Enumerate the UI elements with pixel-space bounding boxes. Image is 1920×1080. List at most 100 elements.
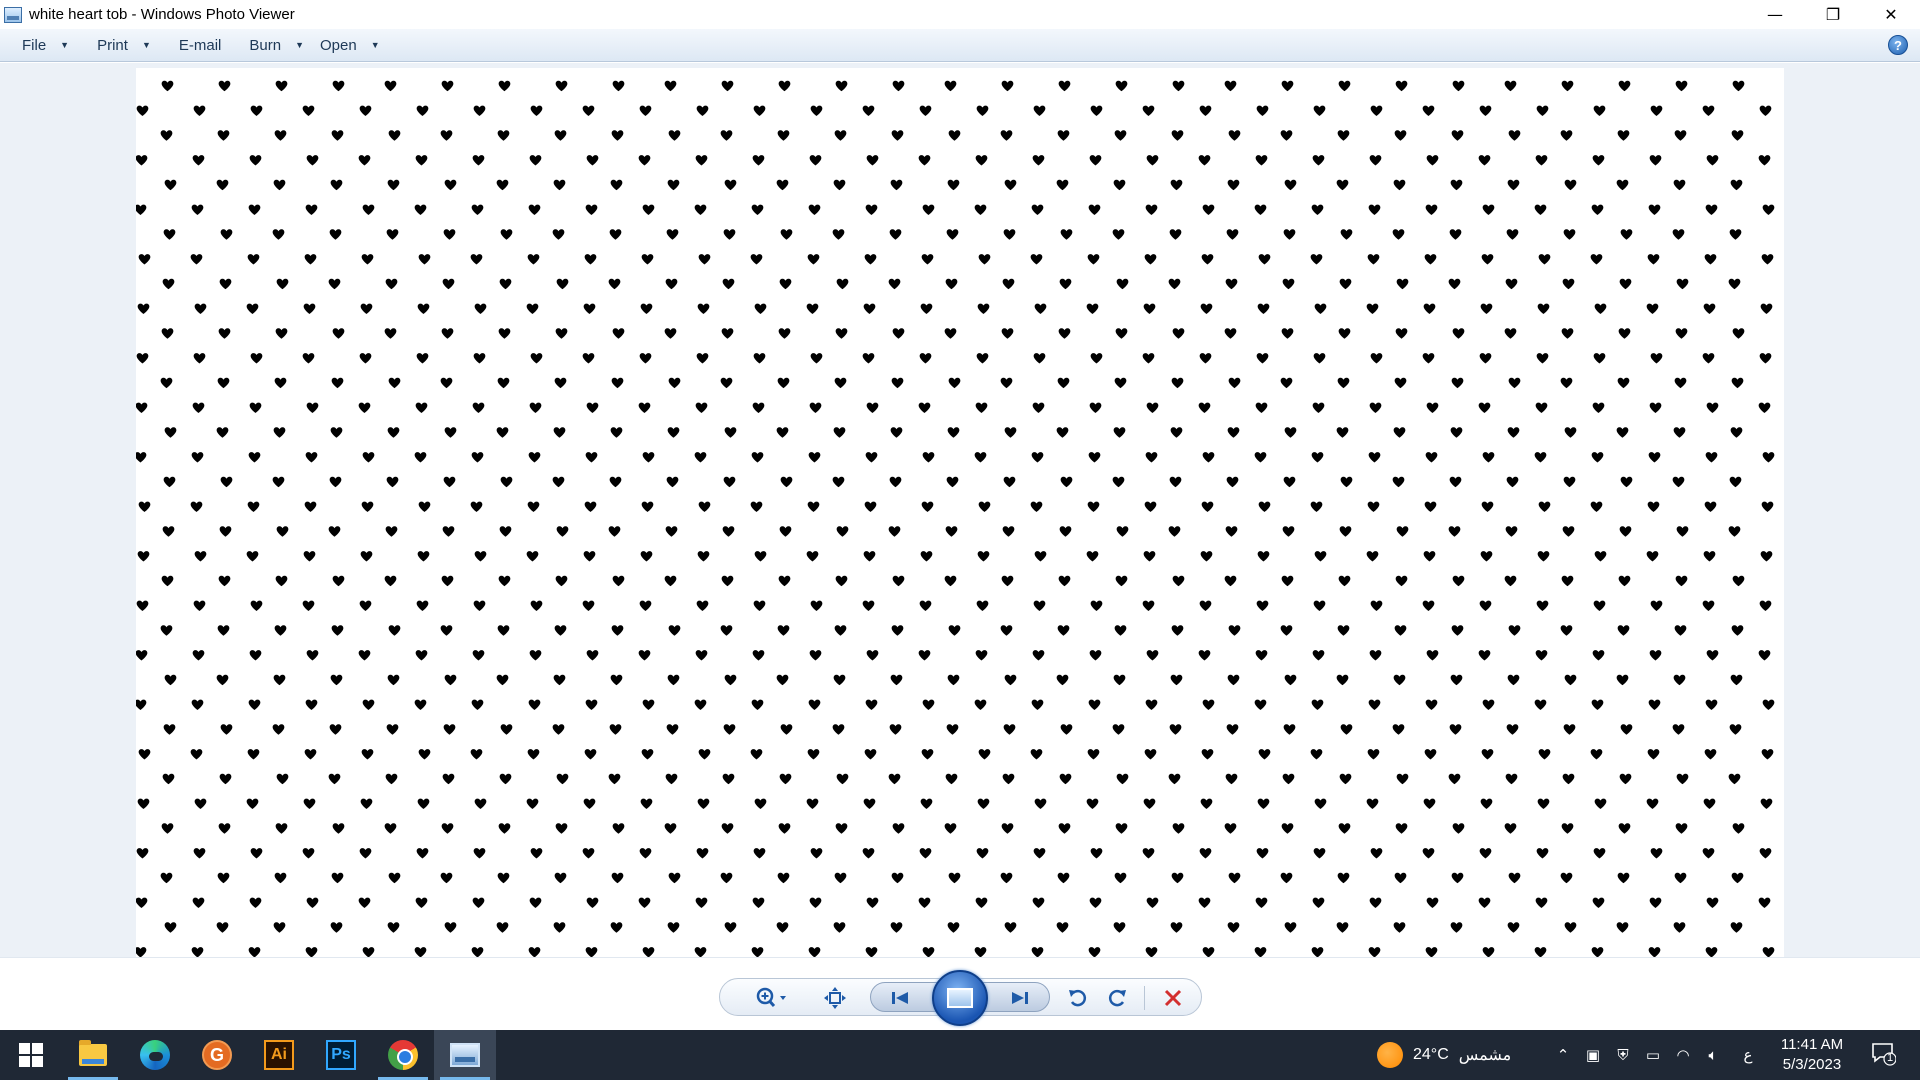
heart-icon bbox=[586, 897, 599, 908]
sun-icon bbox=[1377, 1042, 1403, 1068]
next-icon[interactable] bbox=[1005, 983, 1035, 1013]
file-explorer-icon[interactable] bbox=[62, 1030, 124, 1080]
heart-icon bbox=[1312, 897, 1325, 908]
heart-icon bbox=[136, 204, 147, 215]
heart-icon bbox=[530, 600, 543, 611]
heart-icon bbox=[1673, 922, 1686, 933]
heart-icon bbox=[1703, 303, 1716, 314]
heart-icon bbox=[1594, 551, 1607, 562]
chrome-icon[interactable] bbox=[372, 1030, 434, 1080]
heart-icon bbox=[1646, 551, 1659, 562]
previous-icon[interactable] bbox=[885, 983, 915, 1013]
heart-icon bbox=[1337, 130, 1350, 141]
weather-widget[interactable]: 24°C مشمس bbox=[1377, 1030, 1511, 1080]
heart-icon bbox=[1478, 402, 1491, 413]
notifications-icon[interactable]: 1 bbox=[1870, 1040, 1897, 1066]
clock[interactable]: 11:41 AM 5/3/2023 bbox=[1770, 1035, 1854, 1075]
heart-icon bbox=[1198, 897, 1211, 908]
heart-icon bbox=[444, 922, 457, 933]
heart-icon bbox=[807, 254, 820, 265]
menu-file[interactable]: File ▼ bbox=[14, 29, 77, 62]
heart-icon bbox=[1369, 402, 1382, 413]
heart-icon bbox=[641, 749, 654, 760]
wifi-icon[interactable]: ◠ bbox=[1668, 1046, 1698, 1064]
heart-icon bbox=[1283, 476, 1296, 488]
illustrator-icon[interactable]: Ai bbox=[248, 1030, 310, 1080]
zoom-icon[interactable] bbox=[752, 983, 792, 1013]
actual-size-icon[interactable] bbox=[820, 983, 850, 1013]
heart-icon bbox=[1086, 551, 1099, 562]
start-icon[interactable] bbox=[0, 1030, 62, 1080]
heart-icon bbox=[1704, 254, 1717, 265]
menu-print[interactable]: Print ▼ bbox=[89, 29, 159, 62]
heart-icon bbox=[1255, 402, 1268, 413]
heart-icon bbox=[272, 724, 285, 735]
heart-icon bbox=[610, 179, 623, 191]
edge-icon[interactable] bbox=[124, 1030, 186, 1080]
heart-icon bbox=[328, 526, 341, 537]
heart-icon bbox=[721, 575, 734, 587]
heart-icon bbox=[642, 947, 655, 957]
heart-icon bbox=[1311, 452, 1324, 463]
delete-icon[interactable] bbox=[1158, 983, 1188, 1013]
heart-icon bbox=[1564, 427, 1577, 438]
close-button[interactable]: ✕ bbox=[1862, 0, 1920, 29]
heart-icon bbox=[442, 773, 455, 785]
heart-icon bbox=[1617, 377, 1630, 389]
menu-open[interactable]: Open ▼ bbox=[312, 29, 388, 62]
heart-icon bbox=[1762, 947, 1775, 957]
heart-icon bbox=[1089, 897, 1102, 908]
displayed-photo[interactable] bbox=[136, 68, 1784, 957]
heart-icon bbox=[1393, 922, 1406, 933]
heart-icon bbox=[1729, 724, 1742, 735]
language-indicator[interactable]: ع bbox=[1728, 1046, 1768, 1064]
heart-icon bbox=[275, 823, 288, 834]
heart-icon bbox=[1507, 922, 1520, 933]
heart-icon bbox=[1255, 650, 1268, 661]
heart-icon bbox=[1732, 823, 1745, 834]
chevron-up-icon[interactable]: ⌃ bbox=[1548, 1046, 1578, 1064]
rotate-clockwise-icon[interactable] bbox=[1102, 983, 1132, 1013]
photoshop-icon[interactable]: Ps bbox=[310, 1030, 372, 1080]
heart-icon bbox=[415, 155, 428, 166]
heart-icon bbox=[891, 872, 904, 884]
heart-icon bbox=[247, 254, 260, 265]
heart-icon bbox=[1650, 353, 1663, 364]
heart-icon bbox=[1225, 526, 1238, 537]
heart-icon bbox=[667, 922, 680, 933]
heart-icon bbox=[776, 427, 789, 438]
heart-icon bbox=[975, 155, 988, 166]
heart-icon bbox=[554, 377, 567, 389]
heart-icon bbox=[1058, 328, 1071, 339]
menu-burn[interactable]: Burn ▼ bbox=[241, 29, 312, 62]
heart-icon bbox=[1392, 229, 1405, 240]
restore-button[interactable]: ❐ bbox=[1804, 0, 1862, 29]
security-icon[interactable]: ⛨ bbox=[1608, 1046, 1638, 1064]
menu-email[interactable]: E-mail bbox=[171, 29, 230, 62]
heart-icon bbox=[1506, 476, 1519, 488]
heart-icon bbox=[1504, 823, 1517, 834]
grammarly-icon[interactable]: G bbox=[186, 1030, 248, 1080]
heart-icon bbox=[500, 476, 513, 488]
heart-icon bbox=[779, 278, 792, 290]
heart-icon bbox=[1560, 625, 1573, 636]
heart-icon bbox=[666, 724, 679, 735]
help-icon[interactable]: ? bbox=[1888, 35, 1908, 55]
photo-viewer-app-icon[interactable] bbox=[4, 6, 22, 23]
slideshow-icon[interactable] bbox=[932, 970, 988, 1026]
heart-icon bbox=[273, 427, 286, 438]
photo-viewer-icon[interactable] bbox=[434, 1030, 496, 1080]
heart-icon bbox=[1482, 204, 1495, 215]
heart-icon bbox=[1226, 476, 1239, 488]
heart-icon bbox=[977, 551, 990, 562]
heart-icon bbox=[1674, 377, 1687, 389]
minimize-button[interactable]: — bbox=[1746, 0, 1804, 29]
heart-icon bbox=[473, 600, 486, 611]
rotate-counterclockwise-icon[interactable] bbox=[1063, 983, 1093, 1013]
heart-icon bbox=[1396, 773, 1409, 785]
volume-icon[interactable]: 🔈︎ bbox=[1698, 1046, 1728, 1064]
device-icon[interactable]: ▣ bbox=[1578, 1046, 1608, 1064]
battery-icon[interactable]: ▭ bbox=[1638, 1046, 1668, 1064]
heart-icon bbox=[1003, 476, 1016, 488]
heart-icon bbox=[722, 278, 735, 290]
